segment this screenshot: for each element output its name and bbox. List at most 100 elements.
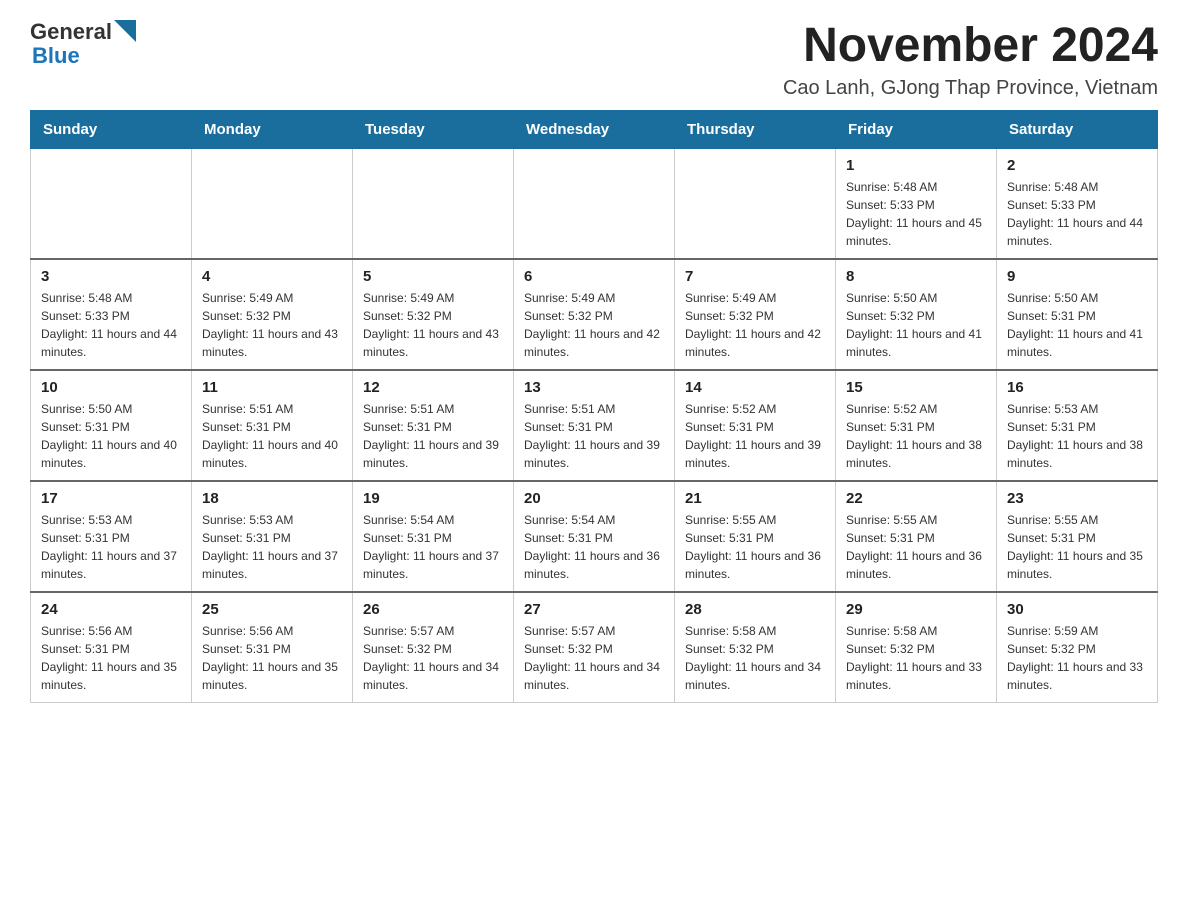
calendar-week-row: 1 Sunrise: 5:48 AM Sunset: 5:33 PM Daylig… — [31, 148, 1158, 259]
day-info: Sunrise: 5:49 AM Sunset: 5:32 PM Dayligh… — [685, 289, 825, 361]
table-row — [31, 148, 192, 259]
day-number: 13 — [524, 379, 664, 396]
day-number: 14 — [685, 379, 825, 396]
table-row: 17 Sunrise: 5:53 AM Sunset: 5:31 PM Dayli… — [31, 481, 192, 592]
table-row: 14Sunrise: 5:52 AM Sunset: 5:31 PM Dayli… — [675, 370, 836, 481]
day-number: 29 — [846, 601, 986, 618]
table-row — [192, 148, 353, 259]
day-number: 22 — [846, 490, 986, 507]
day-info: Sunrise: 5:55 AM Sunset: 5:31 PM Dayligh… — [685, 511, 825, 583]
day-number: 11 — [202, 379, 342, 396]
day-number: 23 — [1007, 490, 1147, 507]
day-number: 24 — [41, 601, 181, 618]
day-info: Sunrise: 5:54 AM Sunset: 5:31 PM Dayligh… — [524, 511, 664, 583]
day-number: 15 — [846, 379, 986, 396]
day-info: Sunrise: 5:59 AM Sunset: 5:32 PM Dayligh… — [1007, 622, 1147, 694]
table-row: 26Sunrise: 5:57 AM Sunset: 5:32 PM Dayli… — [353, 592, 514, 703]
day-info: Sunrise: 5:50 AM Sunset: 5:31 PM Dayligh… — [1007, 289, 1147, 361]
day-number: 28 — [685, 601, 825, 618]
logo-blue-text: Blue — [32, 44, 136, 68]
table-row: 6Sunrise: 5:49 AM Sunset: 5:32 PM Daylig… — [514, 259, 675, 370]
table-row — [675, 148, 836, 259]
day-info: Sunrise: 5:53 AM Sunset: 5:31 PM Dayligh… — [41, 511, 181, 583]
header-monday: Monday — [192, 110, 353, 148]
day-number: 25 — [202, 601, 342, 618]
day-info: Sunrise: 5:48 AM Sunset: 5:33 PM Dayligh… — [1007, 178, 1147, 250]
day-number: 16 — [1007, 379, 1147, 396]
day-number: 17 — [41, 490, 181, 507]
logo-triangle-icon — [114, 20, 136, 42]
table-row: 19 Sunrise: 5:54 AM Sunset: 5:31 PM Dayli… — [353, 481, 514, 592]
day-info: Sunrise: 5:55 AM Sunset: 5:31 PM Dayligh… — [1007, 511, 1147, 583]
header-tuesday: Tuesday — [353, 110, 514, 148]
day-info: Sunrise: 5:53 AM Sunset: 5:31 PM Dayligh… — [202, 511, 342, 583]
day-info: Sunrise: 5:56 AM Sunset: 5:31 PM Dayligh… — [41, 622, 181, 694]
day-number: 5 — [363, 268, 503, 285]
table-row — [514, 148, 675, 259]
table-row: 24 Sunrise: 5:56 AM Sunset: 5:31 PM Dayli… — [31, 592, 192, 703]
calendar-week-row: 17 Sunrise: 5:53 AM Sunset: 5:31 PM Dayli… — [31, 481, 1158, 592]
day-number: 27 — [524, 601, 664, 618]
day-info: Sunrise: 5:50 AM Sunset: 5:32 PM Dayligh… — [846, 289, 986, 361]
day-info: Sunrise: 5:48 AM Sunset: 5:33 PM Dayligh… — [41, 289, 181, 361]
table-row: 12 Sunrise: 5:51 AM Sunset: 5:31 PM Dayli… — [353, 370, 514, 481]
day-info: Sunrise: 5:57 AM Sunset: 5:32 PM Dayligh… — [363, 622, 503, 694]
header-friday: Friday — [836, 110, 997, 148]
table-row: 8Sunrise: 5:50 AM Sunset: 5:32 PM Daylig… — [836, 259, 997, 370]
header-wednesday: Wednesday — [514, 110, 675, 148]
table-row: 16 Sunrise: 5:53 AM Sunset: 5:31 PM Dayli… — [997, 370, 1158, 481]
table-row: 4Sunrise: 5:49 AM Sunset: 5:32 PM Daylig… — [192, 259, 353, 370]
day-number: 1 — [846, 157, 986, 174]
page-title: November 2024 — [783, 20, 1158, 73]
table-row — [353, 148, 514, 259]
table-row: 25 Sunrise: 5:56 AM Sunset: 5:31 PM Dayli… — [192, 592, 353, 703]
table-row: 22 Sunrise: 5:55 AM Sunset: 5:31 PM Dayli… — [836, 481, 997, 592]
calendar-week-row: 3Sunrise: 5:48 AM Sunset: 5:33 PM Daylig… — [31, 259, 1158, 370]
day-number: 7 — [685, 268, 825, 285]
day-info: Sunrise: 5:58 AM Sunset: 5:32 PM Dayligh… — [846, 622, 986, 694]
table-row: 28 Sunrise: 5:58 AM Sunset: 5:32 PM Dayli… — [675, 592, 836, 703]
day-info: Sunrise: 5:49 AM Sunset: 5:32 PM Dayligh… — [202, 289, 342, 361]
table-row: 9Sunrise: 5:50 AM Sunset: 5:31 PM Daylig… — [997, 259, 1158, 370]
table-row: 3Sunrise: 5:48 AM Sunset: 5:33 PM Daylig… — [31, 259, 192, 370]
table-row: 1 Sunrise: 5:48 AM Sunset: 5:33 PM Daylig… — [836, 148, 997, 259]
table-row: 15 Sunrise: 5:52 AM Sunset: 5:31 PM Dayli… — [836, 370, 997, 481]
calendar-week-row: 10Sunrise: 5:50 AM Sunset: 5:31 PM Dayli… — [31, 370, 1158, 481]
day-info: Sunrise: 5:51 AM Sunset: 5:31 PM Dayligh… — [524, 400, 664, 472]
day-info: Sunrise: 5:55 AM Sunset: 5:31 PM Dayligh… — [846, 511, 986, 583]
table-row: 18 Sunrise: 5:53 AM Sunset: 5:31 PM Dayli… — [192, 481, 353, 592]
day-info: Sunrise: 5:48 AM Sunset: 5:33 PM Dayligh… — [846, 178, 986, 250]
day-number: 19 — [363, 490, 503, 507]
logo-general-text: General — [30, 20, 112, 44]
header-saturday: Saturday — [997, 110, 1158, 148]
day-info: Sunrise: 5:53 AM Sunset: 5:31 PM Dayligh… — [1007, 400, 1147, 472]
day-number: 2 — [1007, 157, 1147, 174]
calendar-table: Sunday Monday Tuesday Wednesday Thursday… — [30, 110, 1158, 703]
table-row: 30Sunrise: 5:59 AM Sunset: 5:32 PM Dayli… — [997, 592, 1158, 703]
day-info: Sunrise: 5:52 AM Sunset: 5:31 PM Dayligh… — [846, 400, 986, 472]
table-row: 2 Sunrise: 5:48 AM Sunset: 5:33 PM Daylig… — [997, 148, 1158, 259]
table-row: 29 Sunrise: 5:58 AM Sunset: 5:32 PM Dayli… — [836, 592, 997, 703]
day-number: 18 — [202, 490, 342, 507]
day-info: Sunrise: 5:56 AM Sunset: 5:31 PM Dayligh… — [202, 622, 342, 694]
page-header: General Blue November 2024 Cao Lanh, GJo… — [30, 20, 1158, 100]
title-section: November 2024 Cao Lanh, GJong Thap Provi… — [783, 20, 1158, 100]
day-info: Sunrise: 5:49 AM Sunset: 5:32 PM Dayligh… — [363, 289, 503, 361]
table-row: 5 Sunrise: 5:49 AM Sunset: 5:32 PM Daylig… — [353, 259, 514, 370]
header-thursday: Thursday — [675, 110, 836, 148]
day-number: 20 — [524, 490, 664, 507]
day-number: 12 — [363, 379, 503, 396]
day-info: Sunrise: 5:51 AM Sunset: 5:31 PM Dayligh… — [202, 400, 342, 472]
day-info: Sunrise: 5:49 AM Sunset: 5:32 PM Dayligh… — [524, 289, 664, 361]
table-row: 23 Sunrise: 5:55 AM Sunset: 5:31 PM Dayli… — [997, 481, 1158, 592]
table-row: 13 Sunrise: 5:51 AM Sunset: 5:31 PM Dayli… — [514, 370, 675, 481]
table-row: 21Sunrise: 5:55 AM Sunset: 5:31 PM Dayli… — [675, 481, 836, 592]
day-info: Sunrise: 5:54 AM Sunset: 5:31 PM Dayligh… — [363, 511, 503, 583]
header-sunday: Sunday — [31, 110, 192, 148]
day-info: Sunrise: 5:58 AM Sunset: 5:32 PM Dayligh… — [685, 622, 825, 694]
table-row: 11 Sunrise: 5:51 AM Sunset: 5:31 PM Dayli… — [192, 370, 353, 481]
day-number: 10 — [41, 379, 181, 396]
day-info: Sunrise: 5:51 AM Sunset: 5:31 PM Dayligh… — [363, 400, 503, 472]
calendar-week-row: 24 Sunrise: 5:56 AM Sunset: 5:31 PM Dayli… — [31, 592, 1158, 703]
table-row: 10Sunrise: 5:50 AM Sunset: 5:31 PM Dayli… — [31, 370, 192, 481]
